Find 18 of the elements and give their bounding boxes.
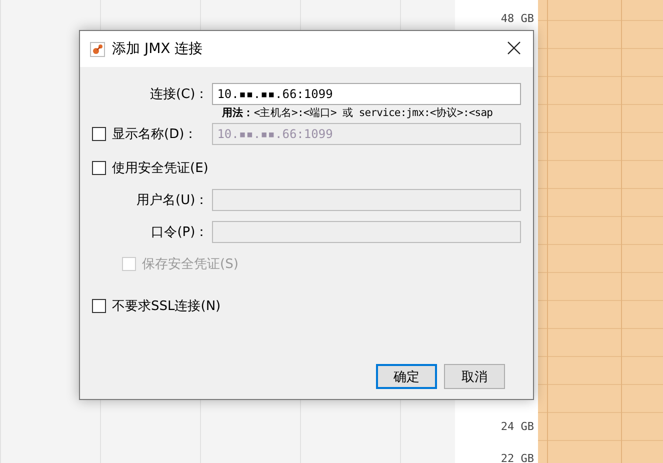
checkbox-label: 显示名称(D)： <box>112 126 198 143</box>
usage-hint: 用法：<主机名>:<端口> 或 service:jmx:<协议>:<sap <box>222 106 494 121</box>
app-icon <box>90 42 105 56</box>
checkbox-label: 不要求SSL连接(N) <box>112 298 221 315</box>
checkbox-label: 使用安全凭证(E) <box>112 160 208 177</box>
ok-button[interactable]: 确定 <box>376 364 437 389</box>
axis-label: 24 GB <box>500 420 534 433</box>
field-label: 连接(C)： <box>148 86 208 103</box>
window-title: 添加 JMX 连接 <box>112 40 204 58</box>
cancel-button[interactable]: 取消 <box>444 364 505 389</box>
checkbox-label: 保存安全凭证(S) <box>142 256 238 273</box>
checkbox[interactable] <box>92 161 106 175</box>
axis-label: 22 GB <box>500 452 534 463</box>
checkbox[interactable] <box>92 299 106 313</box>
axis-label: 48 GB <box>500 12 534 25</box>
connection-field[interactable]: 10.▪▪.▪▪.66:1099 <box>212 83 521 105</box>
field-label: 口令(P)： <box>150 224 208 241</box>
field-label: 用户名(U)： <box>136 192 208 209</box>
